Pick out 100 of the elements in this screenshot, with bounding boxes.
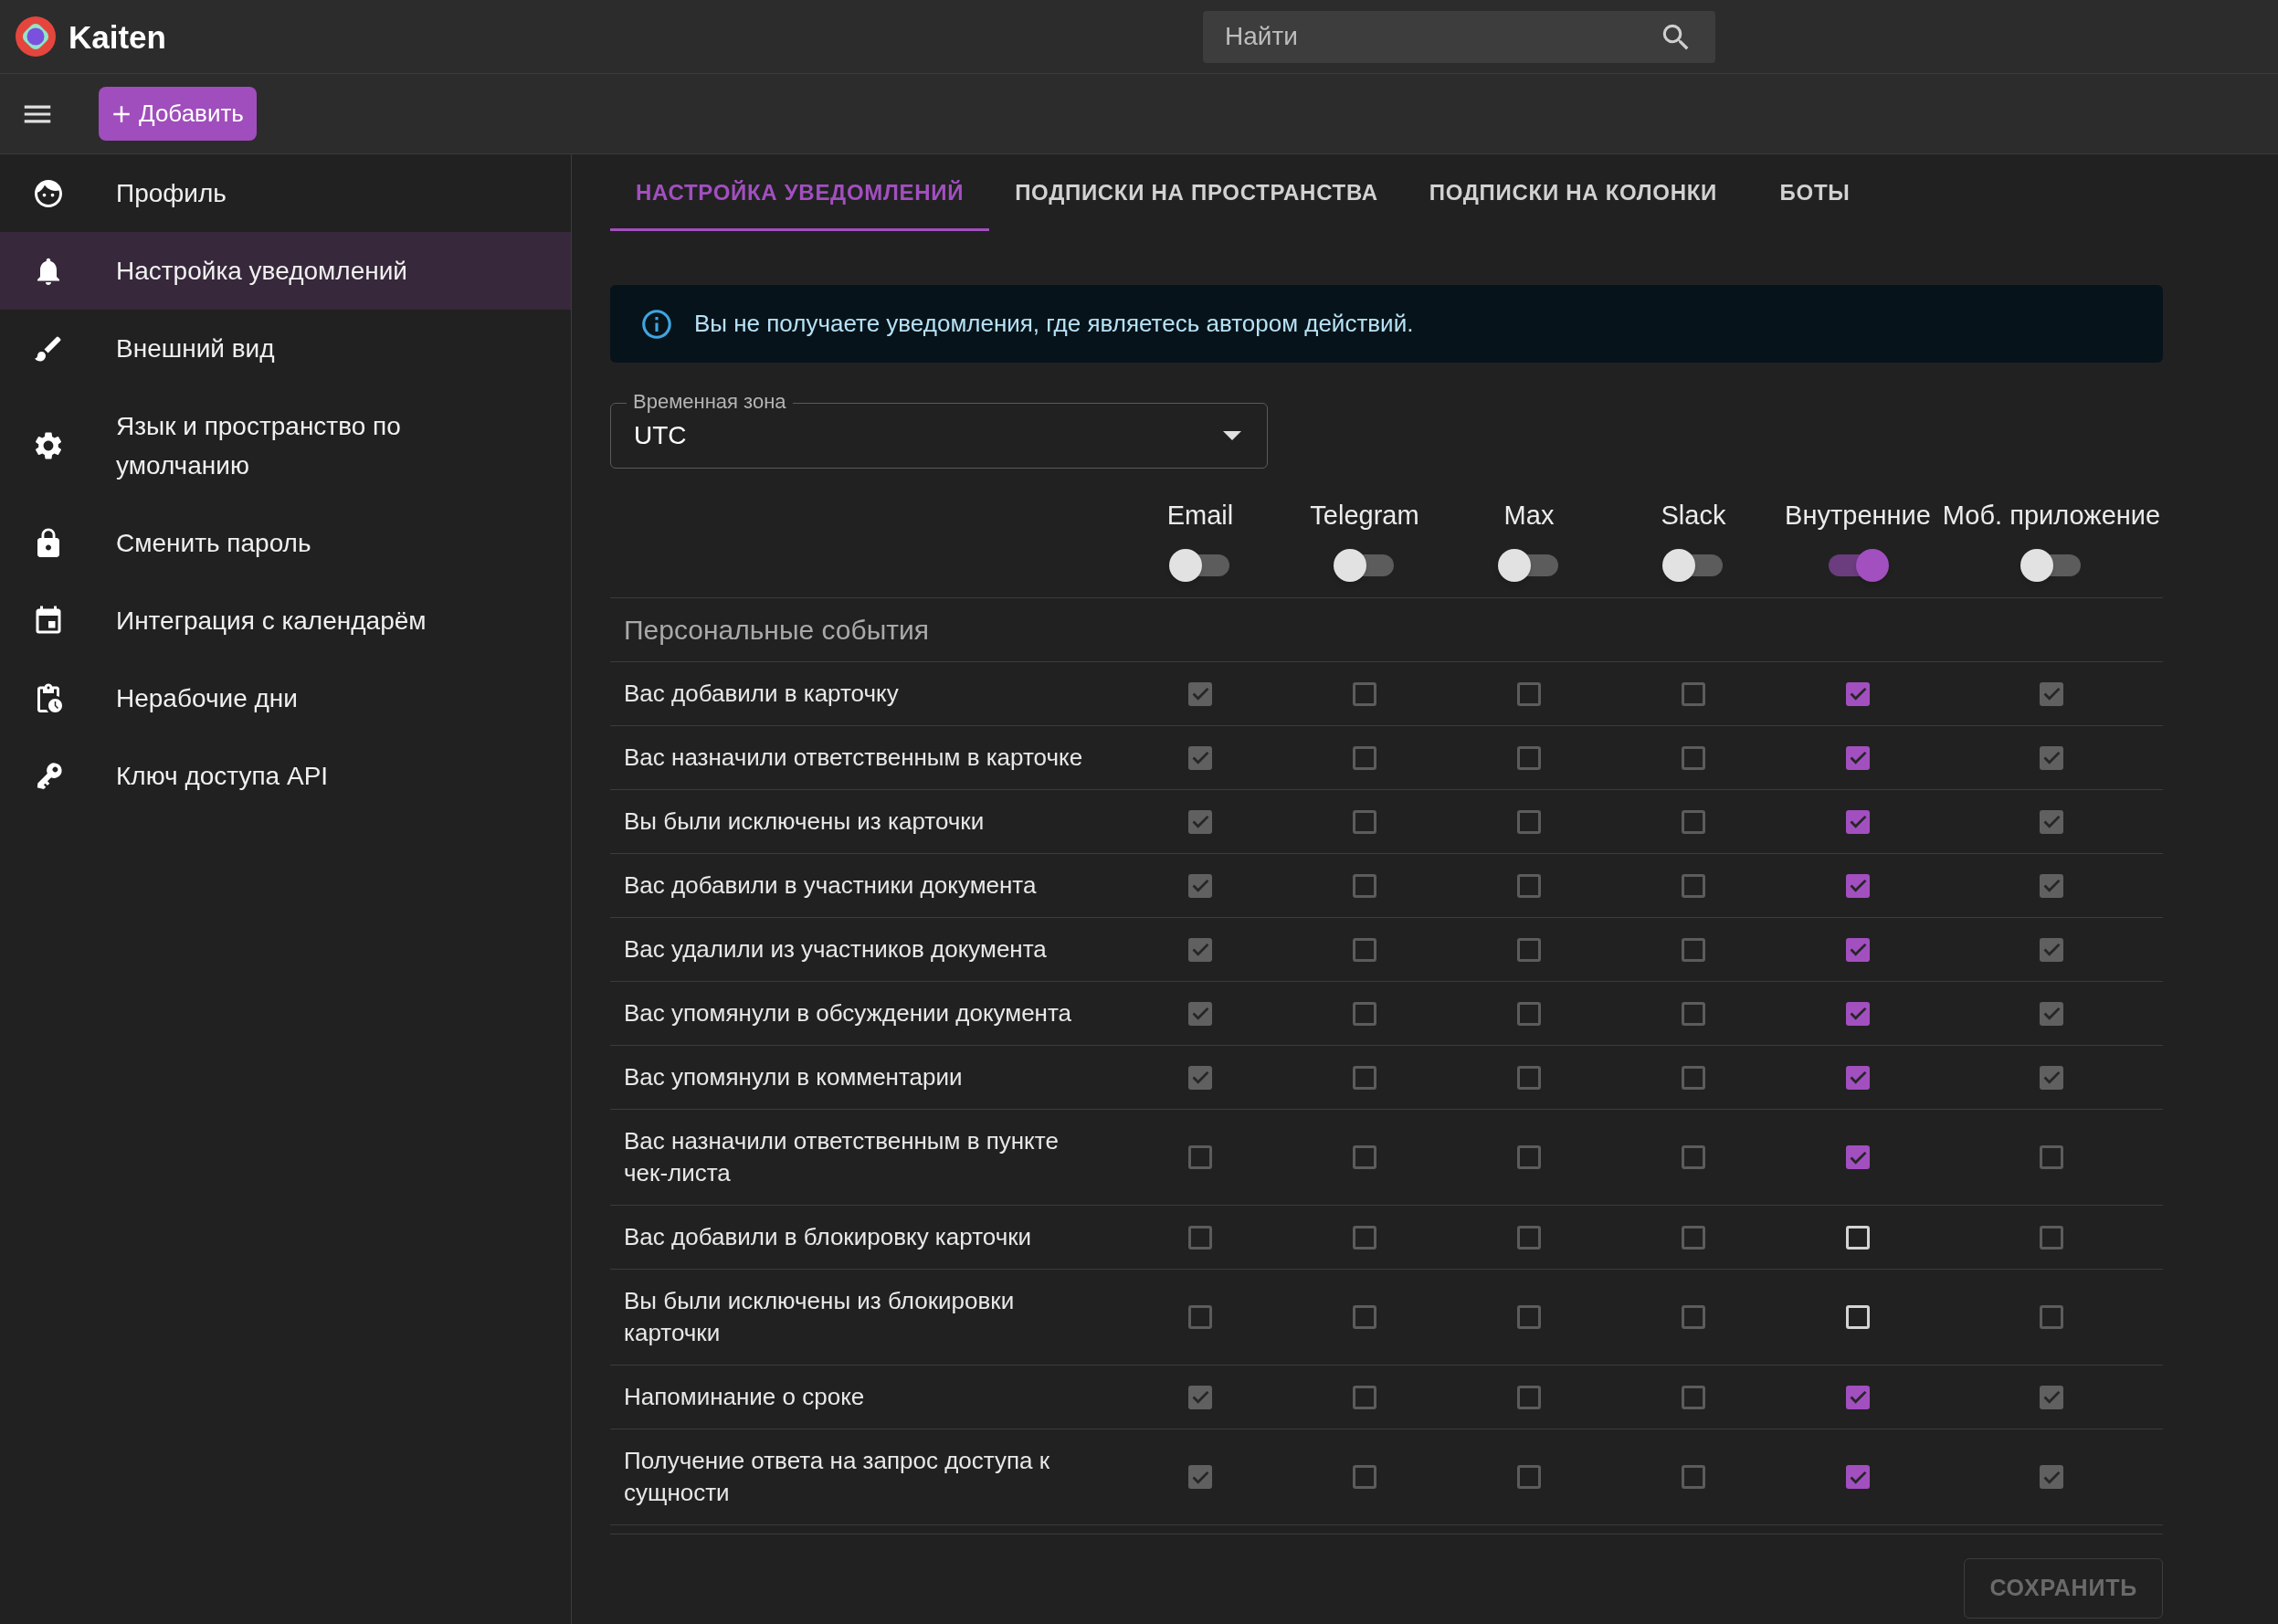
checkbox[interactable] (1188, 1225, 1212, 1250)
checkbox[interactable] (1353, 1465, 1376, 1489)
checkbox[interactable] (1188, 1065, 1212, 1090)
checkbox[interactable] (1353, 873, 1376, 898)
checkbox[interactable] (1188, 681, 1212, 706)
checkbox[interactable] (1682, 1065, 1705, 1090)
sidebar-item[interactable]: Язык и пространство по умолчанию (0, 387, 571, 504)
channel-name: Telegram (1310, 500, 1419, 532)
search-field[interactable]: Найти (1203, 10, 1715, 63)
checkbox[interactable] (2040, 1065, 2063, 1090)
checkbox[interactable] (2040, 681, 2063, 706)
checkbox[interactable] (1517, 1225, 1541, 1250)
checkbox[interactable] (1353, 1305, 1376, 1329)
checkbox[interactable] (2040, 1145, 2063, 1169)
toggle-switch[interactable] (1169, 549, 1231, 582)
check-icon (1191, 1470, 1209, 1484)
event-label: Получение ответа на запрос доступа к сущности (624, 1446, 1051, 1508)
check-icon (2042, 1390, 2061, 1404)
checkbox[interactable] (1188, 1385, 1212, 1409)
checkbox[interactable] (1188, 1465, 1212, 1489)
checkbox[interactable] (1353, 1145, 1376, 1169)
check-icon (1191, 879, 1209, 892)
toggle-switch[interactable] (1827, 549, 1889, 582)
checkbox[interactable] (2040, 937, 2063, 962)
checkbox[interactable] (1846, 1001, 1870, 1026)
checkbox[interactable] (2040, 1465, 2063, 1489)
checkbox[interactable] (2040, 745, 2063, 770)
checkbox[interactable] (1517, 1305, 1541, 1329)
checkbox[interactable] (1682, 1001, 1705, 1026)
checkbox[interactable] (1846, 681, 1870, 706)
tab[interactable]: БОТЫ (1743, 154, 1887, 231)
checkbox[interactable] (1188, 1305, 1212, 1329)
check-icon (2042, 751, 2061, 765)
checkbox[interactable] (1517, 1001, 1541, 1026)
sidebar-item[interactable]: Интеграция с календарём (0, 582, 571, 659)
checkbox[interactable] (1353, 1385, 1376, 1409)
checkbox[interactable] (1846, 873, 1870, 898)
sidebar-item[interactable]: Внешний вид (0, 310, 571, 387)
checkbox[interactable] (1353, 1225, 1376, 1250)
toggle-switch[interactable] (1498, 549, 1560, 582)
checkbox[interactable] (1188, 1001, 1212, 1026)
checkbox[interactable] (1682, 809, 1705, 834)
checkbox[interactable] (1846, 745, 1870, 770)
checkbox[interactable] (1353, 809, 1376, 834)
section-title: Персональные события (624, 614, 929, 647)
checkbox[interactable] (1846, 1065, 1870, 1090)
checkbox[interactable] (1846, 809, 1870, 834)
checkbox[interactable] (1846, 1465, 1870, 1489)
checkbox[interactable] (1353, 681, 1376, 706)
checkbox[interactable] (1188, 937, 1212, 962)
checkbox[interactable] (1353, 1065, 1376, 1090)
checkbox[interactable] (2040, 1225, 2063, 1250)
checkbox[interactable] (1188, 1145, 1212, 1169)
checkbox[interactable] (1846, 1145, 1870, 1169)
toggle-switch[interactable] (1662, 549, 1724, 582)
toggle-switch[interactable] (1334, 549, 1396, 582)
checkbox[interactable] (1188, 809, 1212, 834)
channel-name: Email (1166, 500, 1234, 532)
checkbox[interactable] (1517, 937, 1541, 962)
checkbox[interactable] (1517, 809, 1541, 834)
sidebar-item[interactable]: Ключ доступа API (0, 737, 571, 815)
checkbox[interactable] (2040, 873, 2063, 898)
tab[interactable]: ПОДПИСКИ НА КОЛОНКИ (1403, 154, 1743, 231)
sidebar-item[interactable]: Сменить пароль (0, 504, 571, 582)
checkbox[interactable] (1682, 1385, 1705, 1409)
event-label: Вас добавили в блокировку карточки (624, 1222, 1032, 1252)
checkbox[interactable] (1682, 1225, 1705, 1250)
checkbox[interactable] (1517, 873, 1541, 898)
checkbox[interactable] (1517, 1065, 1541, 1090)
checkbox[interactable] (1517, 1385, 1541, 1409)
sidebar-item[interactable]: Профиль (0, 154, 571, 232)
checkbox[interactable] (1682, 937, 1705, 962)
check-icon (1849, 1007, 1867, 1020)
checkbox[interactable] (2040, 809, 2063, 834)
checkbox[interactable] (1517, 681, 1541, 706)
sidebar-item[interactable]: Нерабочие дни (0, 659, 571, 737)
toggle-switch[interactable] (2020, 549, 2083, 582)
checkbox[interactable] (1517, 745, 1541, 770)
checkbox[interactable] (2040, 1001, 2063, 1026)
checkbox[interactable] (1682, 745, 1705, 770)
tab[interactable]: ПОДПИСКИ НА ПРОСТРАНСТВА (989, 154, 1404, 231)
checkbox[interactable] (1353, 745, 1376, 770)
checkbox[interactable] (1682, 873, 1705, 898)
checkbox[interactable] (1682, 1305, 1705, 1329)
checkbox[interactable] (1682, 1465, 1705, 1489)
checkbox[interactable] (2040, 1305, 2063, 1329)
checkbox[interactable] (1682, 1145, 1705, 1169)
checkbox[interactable] (1517, 1145, 1541, 1169)
checkbox[interactable] (1846, 1385, 1870, 1409)
checkbox[interactable] (1846, 937, 1870, 962)
add-button[interactable]: Добавить (99, 87, 257, 141)
checkbox[interactable] (1353, 1001, 1376, 1026)
checkbox[interactable] (2040, 1385, 2063, 1409)
checkbox[interactable] (1517, 1465, 1541, 1489)
checkbox[interactable] (1682, 681, 1705, 706)
checkbox[interactable] (1188, 873, 1212, 898)
checkbox[interactable] (1353, 937, 1376, 962)
checkbox[interactable] (1188, 745, 1212, 770)
check-icon (1191, 815, 1209, 828)
sidebar-item[interactable]: Настройка уведомлений (0, 232, 571, 310)
